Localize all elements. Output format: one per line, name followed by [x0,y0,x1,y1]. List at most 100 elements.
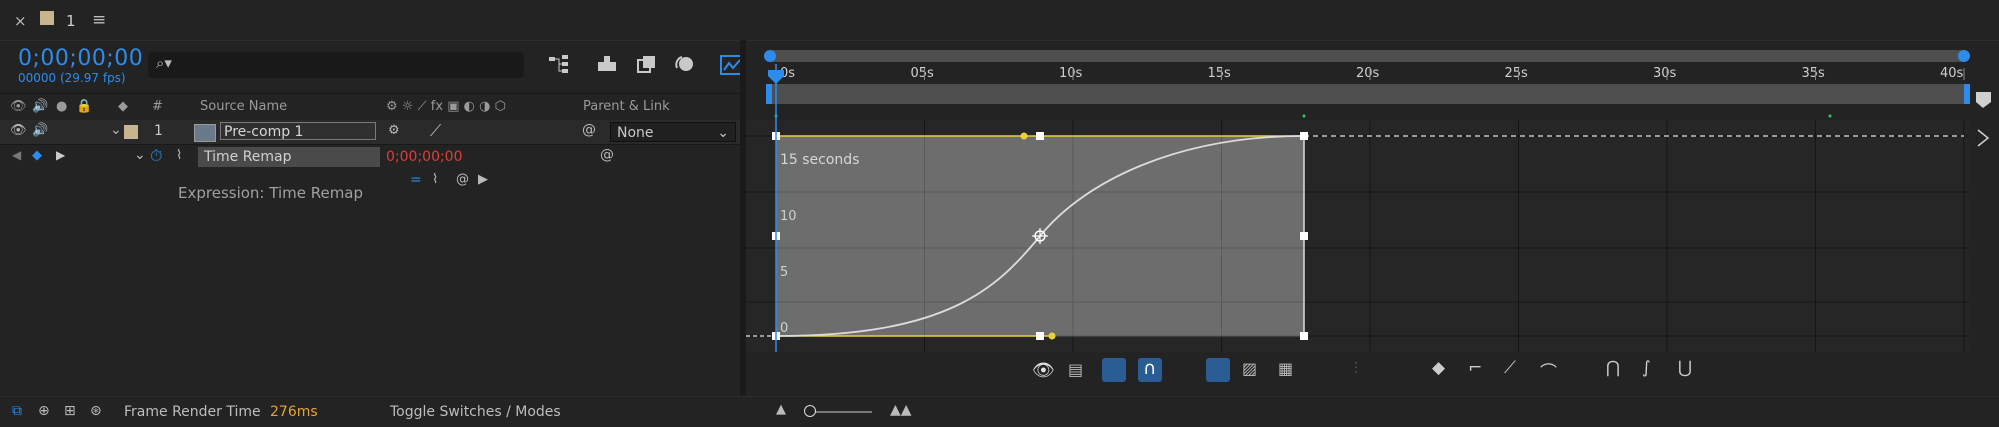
audio-toggle-icon[interactable]: 🔊 [32,123,48,138]
graph-include-icon[interactable]: ⌇ [176,148,182,163]
render-time-icon[interactable]: ⊛ [90,403,102,419]
expression-pickwhip-icon[interactable]: @ [456,172,469,187]
transfer-controls-icon[interactable]: ⊕ [38,403,50,419]
motion-blur-icon[interactable] [674,54,696,79]
current-time-display[interactable]: 0;00;00;00 [18,46,143,71]
search-input[interactable] [148,52,524,78]
solo-icon[interactable]: ● [56,99,67,114]
hold-keyframe-icon[interactable]: ⌐ [1468,358,1482,378]
separate-dimensions-icon: ⫶ [1354,359,1359,378]
composition-tab-title[interactable]: 1 [66,12,76,30]
tab-bar [0,0,1999,40]
auto-zoom-icon[interactable] [1206,358,1230,382]
composition-color-swatch [40,11,54,25]
property-name[interactable]: Time Remap [198,147,380,167]
ruler-tick-label: 40s [1940,66,1964,81]
toggle-switches-modes[interactable]: Toggle Switches / Modes [390,404,561,420]
property-row-time-remap[interactable]: ◀ ◆ ▶ ⌄ ⏱ ⌇ Time Remap 0;00;00;00 @ [0,145,740,169]
precomp-icon [194,124,216,142]
in-out-icon[interactable]: ⊞ [64,403,76,419]
chevron-down-icon[interactable]: ⌄ [110,122,122,138]
composition-mini-flowchart-icon[interactable] [548,54,570,79]
pickwhip-icon[interactable]: @ [582,122,596,138]
panel-menu-icon[interactable]: ≡ [92,10,106,30]
transform-box-handle [1036,332,1044,340]
add-keyframe-icon[interactable]: ◆ [32,148,42,163]
bezier-handle [1048,332,1056,340]
layer-switches-icon[interactable]: ⧉ [12,403,22,419]
column-parent-link[interactable]: Parent & Link [583,99,670,114]
easy-ease-icon[interactable]: ⋂ [1606,358,1620,378]
zoom-in-icon[interactable]: ▲▲ [890,402,912,418]
bezier-handle [1020,132,1028,140]
ruler-tick-label: 30s [1653,66,1677,81]
layer-name[interactable]: Pre-comp 1 [220,122,376,140]
work-area-bar [770,50,1964,62]
work-area-start-handle [764,50,776,62]
draft-3d-icon[interactable] [596,54,618,79]
comp-end-marker [1976,92,1991,108]
ruler-tick-label: 05s [911,66,935,81]
layer-label-color[interactable] [124,125,138,139]
eye-icon[interactable]: 👁 [1032,360,1055,381]
chevron-down-icon: ⌄ [717,125,729,141]
switches-icons: ⚙ ☼ ⟋ fx ▣ ◐ ◑ ⬡ [386,99,506,114]
expression-enable-icon[interactable]: = [410,172,422,188]
transform-box-icon[interactable] [1102,358,1126,382]
expression-menu-icon[interactable]: ▶ [478,172,488,187]
graph-y-label-5: 5 [780,265,788,280]
fit-selection-icon[interactable]: ▨ [1242,359,1257,378]
linear-keyframe-icon[interactable]: ⟋ [1504,358,1516,378]
transform-box-handle [1300,332,1308,340]
frame-rate-info: 00000 (29.97 fps) [18,71,126,85]
layer-row[interactable]: 👁 🔊 ⌄ 1 Pre-comp 1 ⚙ ⟋ None ⌄ @ [0,120,740,145]
chevron-down-icon[interactable]: ⌄ [134,147,146,163]
frame-blending-icon[interactable] [636,54,658,79]
zoom-slider-knob[interactable] [804,405,816,417]
time-navigator-bar [770,84,1964,104]
transform-box-handle [1036,132,1044,140]
easy-ease-in-icon[interactable]: ∫ [1642,358,1651,378]
expression-graph-icon[interactable]: ⌇ [432,172,438,187]
video-toggle-icon[interactable]: 👁 [10,123,27,138]
stopwatch-icon[interactable]: ⏱ [150,146,162,166]
fit-all-icon[interactable]: ▦ [1278,359,1293,378]
close-icon[interactable]: × [14,12,27,30]
previous-keyframe-icon[interactable]: ◀ [12,148,21,162]
ruler-tick-label: 25s [1505,66,1529,81]
navigator-start-handle [766,84,772,104]
graph-type-icon[interactable]: ▤ [1068,360,1083,379]
edit-keyframe-icon[interactable]: ◆ [1432,358,1445,378]
audio-icon[interactable]: 🔊 [32,99,48,114]
playhead-head [768,70,784,84]
graph-editor[interactable]: 0s 05s 10s 15s 20s 25s 30s 35s 40s 15 seconds 10… [746,40,1999,396]
layer-column-header: 👁 🔊 ● 🔒 ◆ # Source Name ⚙ ☼ ⟋ fx ▣ ◐ ◑ ⬡… [0,93,740,121]
zoom-out-icon[interactable]: ▲ [776,402,786,417]
frame-render-label: Frame Render Time [124,404,261,420]
expression-label: Expression: Time Remap [178,184,364,202]
auto-bezier-icon[interactable]: ⌒ [1540,358,1557,383]
status-bar: ⧉ ⊕ ⊞ ⊛ Frame Render Time 276ms Toggle S… [0,396,1999,427]
label-tag-icon[interactable]: ◆ [118,99,128,114]
ruler-tick-label: 35s [1802,66,1826,81]
lock-icon[interactable]: 🔒 [76,99,92,114]
ruler-tick-label: 20s [1356,66,1380,81]
work-area-end-handle [1958,50,1970,62]
column-source-name[interactable]: Source Name [200,99,287,114]
parent-select[interactable]: None ⌄ [610,122,736,142]
layer-index: 1 [154,123,163,139]
pickwhip-icon[interactable]: @ [600,147,614,163]
search-icon: ⌕▾ [156,54,172,72]
quality-switch-icon[interactable]: ⟋ [430,121,441,141]
video-visibility-icon[interactable]: 👁 [10,99,27,114]
next-keyframe-icon[interactable]: ▶ [56,148,65,162]
ruler-tick-label: 10s [1059,66,1083,81]
navigator-end-handle [1964,84,1970,104]
easy-ease-out-icon[interactable]: ⋃ [1678,358,1692,378]
transform-box-handle [1300,232,1308,240]
magnet-icon: ∩ [1143,358,1157,379]
property-value[interactable]: 0;00;00;00 [386,149,463,165]
graph-y-label-0: 0 [780,321,788,336]
graph-editor-toolbar: 👁 ▤ ∩ ▨ ▦ ⫶ ◆ ⌐ ⟋ ⌒ ⋂ ∫ ⋃ [746,352,1999,392]
shy-switch-icon[interactable]: ⚙ [388,123,400,138]
